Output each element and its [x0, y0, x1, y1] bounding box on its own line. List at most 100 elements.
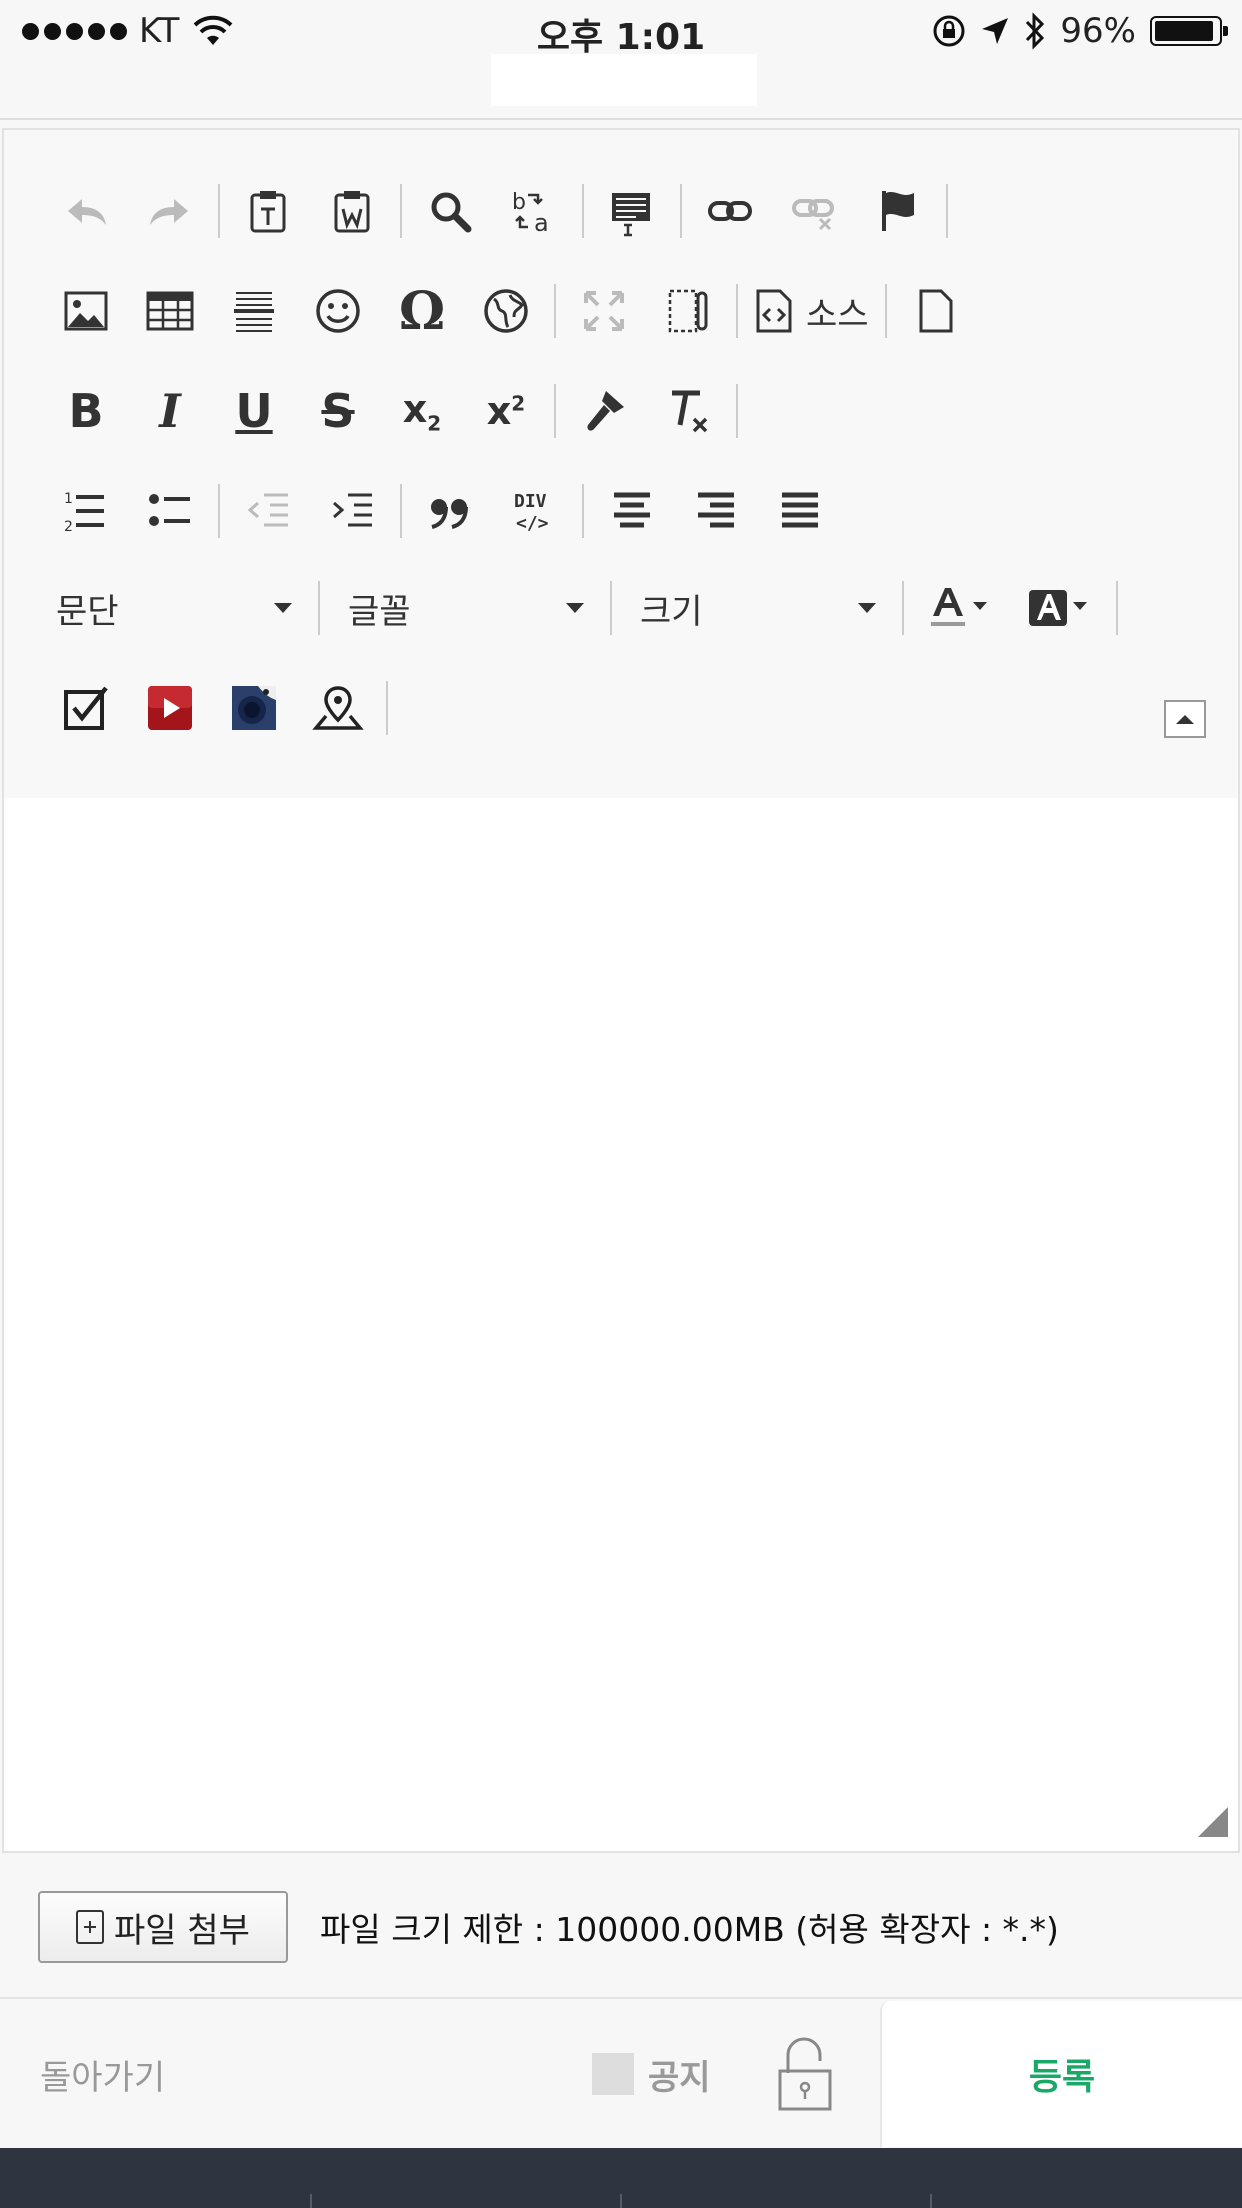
source-icon [756, 289, 792, 333]
battery-icon [1150, 16, 1228, 46]
notice-label: 공지 [648, 2057, 711, 2098]
find-icon[interactable] [408, 171, 492, 251]
action-bar: 돌아가기 공지 등록 [0, 2001, 1242, 2147]
header-divider [0, 118, 1242, 120]
subscript-icon[interactable]: x2 [380, 371, 464, 451]
text-color-icon[interactable] [910, 568, 1010, 648]
map-icon[interactable] [296, 668, 380, 748]
anchor-flag-icon[interactable] [856, 171, 940, 251]
collapse-toolbar-icon[interactable] [1164, 700, 1206, 738]
toolbar-row-2: Ω 소스 [44, 271, 977, 351]
add-file-icon [76, 1910, 105, 1944]
back-button[interactable]: 돌아가기 [40, 2001, 165, 2147]
toolbar-separator [610, 581, 612, 635]
toolbar-separator [736, 284, 738, 338]
toolbar-separator [554, 384, 556, 438]
underline-icon[interactable]: U [212, 371, 296, 451]
italic-icon[interactable]: I [128, 371, 212, 451]
svg-text:a: a [534, 209, 549, 237]
remove-format-icon[interactable] [646, 371, 730, 451]
svg-text:2: 2 [64, 519, 73, 535]
video-icon[interactable] [128, 668, 212, 748]
font-value: 글꼴 [348, 591, 411, 632]
editor-content-area[interactable] [4, 798, 1238, 1851]
toolbar-separator [680, 184, 682, 238]
div-container-icon[interactable]: DIV </> [492, 471, 576, 551]
bold-icon[interactable]: B [44, 371, 128, 451]
background-color-icon[interactable] [1010, 568, 1110, 648]
toolbar-row-5: 문단 글꼴 크기 [34, 568, 1124, 648]
toolbar-separator [400, 484, 402, 538]
align-center-icon[interactable] [590, 471, 674, 551]
blockquote-icon[interactable] [408, 471, 492, 551]
iframe-globe-icon[interactable] [464, 271, 548, 351]
unlink-icon[interactable] [772, 171, 856, 251]
replace-icon[interactable]: ba [492, 171, 576, 251]
indent-icon[interactable] [310, 471, 394, 551]
toolbar-row-1: ba [44, 171, 954, 251]
align-right-icon[interactable] [674, 471, 758, 551]
toolbar-separator [386, 681, 388, 735]
unlock-icon[interactable] [776, 2033, 834, 2113]
photo-icon[interactable] [212, 668, 296, 748]
location-arrow-icon [982, 18, 1009, 44]
smiley-icon[interactable] [296, 271, 380, 351]
submit-button[interactable]: 등록 [880, 2001, 1242, 2147]
table-icon[interactable] [128, 271, 212, 351]
toolbar-separator [1116, 581, 1118, 635]
select-all-icon[interactable] [590, 171, 674, 251]
show-blocks-icon[interactable] [646, 271, 730, 351]
battery-percent: 96% [1060, 11, 1136, 51]
toolbar-separator [736, 384, 738, 438]
checkbox-icon[interactable] [44, 668, 128, 748]
chevron-down-icon [274, 603, 292, 613]
strike-icon[interactable]: S [296, 371, 380, 451]
toolbar-row-6 [44, 668, 394, 748]
font-select[interactable]: 글꼴 [326, 568, 604, 648]
bulleted-list-icon[interactable] [128, 471, 212, 551]
paste-word-icon[interactable] [310, 171, 394, 251]
toolbar-row-3: B I U S x2 x2 [44, 371, 744, 451]
toolbar-separator [582, 184, 584, 238]
paragraph-format-select[interactable]: 문단 [34, 568, 312, 648]
image-icon[interactable] [44, 271, 128, 351]
resize-handle-icon[interactable] [1198, 1807, 1228, 1837]
copy-format-icon[interactable] [562, 371, 646, 451]
editor-toolbar: ba Ω 소스 B I U S x2 x2 1 2 DIV </> 문단 글꼴 … [4, 130, 1238, 798]
svg-text:b: b [512, 190, 526, 215]
outdent-icon[interactable] [226, 471, 310, 551]
toolbar-separator [554, 284, 556, 338]
undo-icon[interactable] [44, 171, 128, 251]
toolbar-separator [884, 284, 887, 338]
status-right: 96% [932, 10, 1228, 52]
numbered-list-icon[interactable]: 12 [44, 471, 128, 551]
toolbar-separator [218, 484, 220, 538]
orientation-lock-icon [933, 15, 965, 47]
file-size-limit-info: 파일 크기 제한 : 100000.00MB (허용 확장자 : *.*) [320, 1910, 1059, 1949]
source-button[interactable]: 소스 [744, 271, 879, 351]
checkbox-icon [592, 2053, 634, 2095]
superscript-icon[interactable]: x2 [464, 371, 548, 451]
paste-text-icon[interactable] [226, 171, 310, 251]
toolbar-separator [400, 184, 402, 238]
horizontal-rule-icon[interactable] [212, 271, 296, 351]
page-title-placeholder [491, 54, 757, 106]
toolbar-separator [902, 581, 904, 635]
toolbar-separator [582, 484, 584, 538]
chevron-down-icon [566, 603, 584, 613]
new-page-icon[interactable] [893, 271, 977, 351]
attachment-section: 파일 첨부 파일 크기 제한 : 100000.00MB (허용 확장자 : *… [0, 1853, 1242, 1999]
special-char-icon[interactable]: Ω [380, 271, 464, 351]
attach-file-button[interactable]: 파일 첨부 [38, 1891, 288, 1963]
font-size-select[interactable]: 크기 [618, 568, 896, 648]
toolbar-separator [946, 184, 948, 238]
chevron-down-icon [858, 603, 876, 613]
bottom-tab-bar [0, 2148, 1242, 2208]
notice-checkbox[interactable]: 공지 [592, 2001, 711, 2147]
status-bar: KT 오후 1:01 96% [0, 0, 1242, 62]
rich-text-editor: ba Ω 소스 B I U S x2 x2 1 2 DIV </> 문단 글꼴 … [2, 128, 1240, 1853]
justify-icon[interactable] [758, 471, 842, 551]
link-icon[interactable] [688, 171, 772, 251]
redo-icon[interactable] [128, 171, 212, 251]
maximize-icon[interactable] [562, 271, 646, 351]
